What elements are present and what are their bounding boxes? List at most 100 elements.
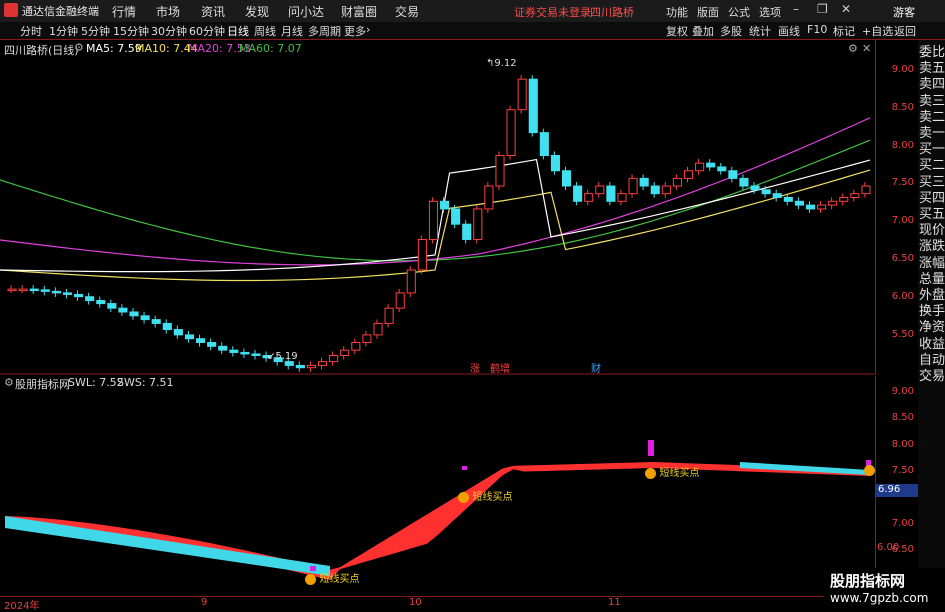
candle[interactable] — [828, 200, 838, 206]
candle[interactable] — [750, 185, 760, 191]
side-item[interactable]: 委比 — [919, 46, 945, 59]
tool-duogu[interactable]: 多股 — [720, 23, 742, 39]
candle[interactable] — [539, 132, 549, 156]
menu-hangqing[interactable]: 行情 — [112, 3, 136, 20]
side-item[interactable]: 外盘 — [919, 289, 945, 302]
candle[interactable] — [184, 334, 195, 340]
candle[interactable] — [584, 193, 594, 202]
tab-banmian[interactable]: 版面 — [697, 4, 719, 20]
side-item[interactable]: 换手 — [919, 305, 945, 318]
candle[interactable] — [107, 303, 117, 309]
marker-cai[interactable]: 财 — [591, 360, 601, 375]
settings-icon[interactable]: ⚙ — [74, 41, 84, 54]
candle[interactable] — [772, 193, 782, 198]
candle[interactable] — [340, 349, 350, 356]
settings-icon-sub[interactable]: ⚙ — [4, 376, 14, 389]
candle[interactable] — [661, 185, 671, 195]
candle[interactable] — [428, 200, 438, 240]
candle[interactable] — [196, 338, 206, 344]
menu-caifuquan[interactable]: 财富圈 — [341, 3, 377, 20]
candle[interactable] — [672, 177, 682, 187]
candle[interactable] — [805, 204, 816, 210]
tab-gongshi[interactable]: 公式 — [728, 4, 750, 20]
side-item[interactable]: 净资 — [919, 321, 945, 334]
signal-buy-2[interactable]: 短线买点 — [458, 488, 513, 503]
candle[interactable] — [706, 162, 716, 168]
candle[interactable] — [207, 342, 217, 347]
candle[interactable] — [395, 292, 405, 309]
period-5min[interactable]: 5分钟 — [81, 23, 110, 39]
menu-jiaoyi[interactable]: 交易 — [395, 3, 419, 20]
candle[interactable] — [606, 185, 616, 202]
restore-icon[interactable]: ❐ — [817, 2, 828, 16]
candle[interactable] — [129, 311, 139, 317]
candle[interactable] — [595, 185, 605, 195]
side-item[interactable]: 收益 — [919, 338, 945, 351]
candle[interactable] — [118, 307, 128, 313]
side-item[interactable]: 卖二 — [919, 111, 945, 124]
side-item[interactable]: 买二 — [919, 159, 945, 172]
menu-faxian[interactable]: 发现 — [245, 3, 269, 20]
side-item[interactable]: 现价 — [919, 224, 945, 237]
candle[interactable] — [794, 200, 804, 206]
candle[interactable] — [51, 290, 61, 294]
tool-tongji[interactable]: 统计 — [749, 23, 771, 39]
candle[interactable] — [85, 296, 95, 302]
period-1min[interactable]: 1分钟 — [49, 23, 78, 39]
candle[interactable] — [74, 293, 84, 298]
login-notice[interactable]: 证券交易未登录 — [514, 4, 591, 20]
candle[interactable] — [417, 238, 427, 271]
candle[interactable] — [717, 166, 727, 172]
candle[interactable] — [218, 345, 228, 351]
menu-wenxiaoda[interactable]: 问小达 — [288, 3, 324, 20]
candle[interactable] — [517, 78, 527, 111]
period-daily[interactable]: 日线 — [227, 23, 249, 39]
tool-fanhui[interactable]: 返回 — [894, 23, 916, 39]
candle[interactable] — [573, 185, 583, 202]
candle[interactable] — [683, 170, 694, 179]
candle[interactable] — [40, 289, 50, 292]
settings-icon-right[interactable]: ⚙ — [848, 42, 858, 55]
candle[interactable] — [550, 154, 560, 172]
side-item[interactable]: 卖四 — [919, 78, 945, 91]
candle[interactable] — [473, 208, 483, 240]
candle[interactable] — [728, 170, 738, 179]
tool-f10[interactable]: F10 — [807, 23, 827, 36]
candle[interactable] — [284, 361, 294, 366]
candle[interactable] — [695, 162, 705, 172]
candle[interactable] — [229, 349, 239, 353]
side-item[interactable]: 涨跌 — [919, 240, 945, 253]
candlestick-chart[interactable] — [0, 40, 875, 375]
tool-diejia[interactable]: 叠加 — [692, 23, 714, 39]
guest-label[interactable]: 游客 — [893, 4, 915, 20]
candle[interactable] — [639, 177, 649, 187]
candle[interactable] — [240, 351, 250, 355]
close-icon[interactable]: ✕ — [841, 2, 851, 16]
period-30min[interactable]: 30分钟 — [151, 23, 187, 39]
candle[interactable] — [140, 315, 150, 321]
candle[interactable] — [561, 170, 572, 187]
marker-zhang[interactable]: 涨 — [470, 360, 480, 375]
period-more[interactable]: 更多 — [344, 23, 366, 39]
side-item[interactable]: 买三 — [919, 176, 945, 189]
candle[interactable] — [451, 208, 461, 225]
candle[interactable] — [251, 353, 261, 356]
candle[interactable] — [506, 109, 516, 156]
minimize-icon[interactable]: – — [793, 2, 799, 16]
tool-biaoji[interactable]: 标记 — [833, 23, 855, 39]
marker-zeng[interactable]: 鹤增 — [490, 360, 510, 375]
candle[interactable] — [839, 196, 849, 202]
tool-fuquan[interactable]: 复权 — [666, 23, 688, 39]
signal-buy-1[interactable]: 短线买点 — [305, 570, 360, 585]
candle[interactable] — [351, 342, 361, 351]
tool-huaxian[interactable]: 画线 — [778, 23, 800, 39]
candle[interactable] — [96, 300, 106, 305]
side-item[interactable]: 总量 — [919, 273, 945, 286]
candle[interactable] — [384, 307, 394, 324]
candle[interactable] — [329, 354, 339, 363]
candle[interactable] — [628, 177, 638, 195]
side-item[interactable]: 交易 — [919, 370, 945, 383]
candle[interactable] — [617, 193, 627, 202]
period-fenshi[interactable]: 分时 — [20, 23, 42, 39]
side-item[interactable]: 自动 — [919, 354, 945, 367]
